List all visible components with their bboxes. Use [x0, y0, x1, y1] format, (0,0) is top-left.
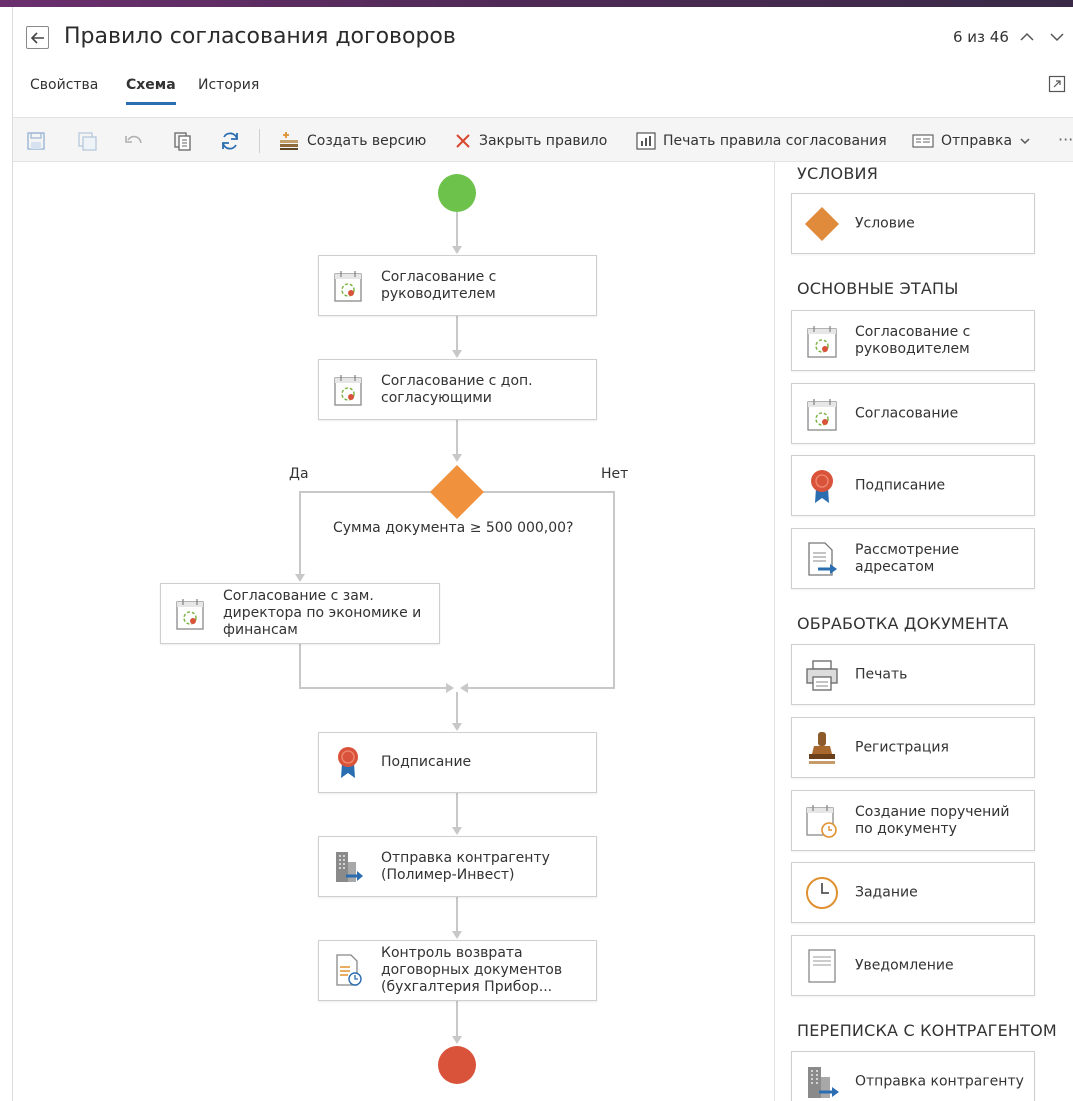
flow-node-return-control[interactable]: Контроль возврата договорных документов …	[318, 940, 597, 1001]
diamond-icon	[805, 207, 839, 241]
new-version-icon	[280, 131, 298, 150]
flow-node-deputy-director-approval[interactable]: Согласование с зам. директора по экономи…	[160, 583, 440, 644]
approval-calendar-icon	[334, 375, 362, 406]
close-rule-label: Закрыть правило	[479, 132, 608, 149]
tab-properties[interactable]: Свойства	[30, 77, 98, 102]
palette-item-label: Уведомление	[855, 957, 954, 973]
flow-node-signing[interactable]: Подписание	[318, 732, 597, 793]
palette-item-label: Согласование	[855, 405, 959, 421]
send-label: Отправка	[941, 132, 1013, 149]
palette-item-addressee-review[interactable]: Рассмотрение адресатом	[791, 528, 1035, 589]
toolbar-separator	[259, 129, 260, 153]
palette-item-notification[interactable]: Уведомление	[791, 935, 1035, 996]
undo-icon[interactable]	[123, 130, 145, 152]
palette-item-condition[interactable]: Условие	[791, 193, 1035, 254]
clock-icon	[806, 877, 838, 909]
print-rules-button[interactable]: Печать правила согласования	[636, 118, 887, 163]
chevron-down-icon[interactable]	[1047, 27, 1067, 47]
palette-section-title: ОСНОВНЫЕ ЭТАПЫ	[797, 279, 959, 298]
document-arrow-icon	[808, 542, 837, 576]
calendar-clock-icon	[806, 805, 837, 838]
condition-label[interactable]: Сумма документа ≥ 500 000,00?	[333, 520, 573, 536]
arrow-left-icon	[30, 31, 44, 44]
palette-item-label: Печать	[855, 666, 908, 682]
scheme-canvas: Да Нет Сумма документа ≥ 500 000,00? Сог…	[13, 162, 775, 1101]
palette-item-signing[interactable]: Подписание	[791, 455, 1035, 516]
approval-calendar-icon	[176, 599, 204, 630]
palette-item-registration[interactable]: Регистрация	[791, 717, 1035, 778]
copy-icon[interactable]	[171, 130, 193, 152]
palette-section-title: ОБРАБОТКА ДОКУМЕНТА	[797, 614, 1009, 633]
chevron-down-icon	[1020, 137, 1030, 144]
toolbar: Создать версию Закрыть правило Печать пр…	[13, 117, 1073, 162]
palette-item-approval[interactable]: Согласование	[791, 383, 1035, 444]
create-version-button[interactable]: Создать версию	[278, 118, 426, 163]
palette-section-title: УСЛОВИЯ	[797, 164, 879, 183]
tab-history[interactable]: История	[198, 77, 259, 102]
flow-node-label: Подписание	[381, 754, 472, 770]
palette-item-label: Подписание	[855, 477, 946, 493]
seal-ribbon-icon	[338, 747, 358, 778]
palette-item-label: Создание поручений по документу	[855, 803, 1010, 837]
start-node[interactable]	[438, 174, 476, 212]
palette-item-label: Регистрация	[855, 739, 949, 755]
palette-item-label: Отправка контрагенту	[855, 1073, 1024, 1089]
flow-node-label: Отправка контрагенту (Полимер-Инвест)	[381, 849, 550, 883]
flow-node-label: Согласование с руководителем	[381, 268, 497, 302]
flow-node-send-to-counterparty[interactable]: Отправка контрагенту (Полимер-Инвест)	[318, 836, 597, 897]
approval-calendar-icon	[334, 271, 362, 302]
open-in-window-icon[interactable]	[1048, 75, 1066, 93]
refresh-icon[interactable]	[219, 130, 241, 152]
branch-yes-label: Да	[289, 466, 309, 482]
flow-node-label: Согласование с доп. согласующими	[381, 372, 533, 406]
approval-calendar-icon	[807, 399, 837, 431]
palette-item-label: Рассмотрение адресатом	[855, 541, 960, 575]
block-palette: УСЛОВИЯ Условие ОСНОВНЫЕ ЭТАПЫ Согласова…	[775, 162, 1073, 1101]
stamp-icon	[809, 732, 835, 764]
page-title: Правило согласования договоров	[64, 24, 456, 49]
save-icon[interactable]	[25, 130, 47, 152]
seal-ribbon-icon	[811, 470, 833, 503]
approval-calendar-icon	[807, 326, 837, 358]
building-arrow-icon	[808, 1067, 839, 1098]
print-rules-label: Печать правила согласования	[663, 132, 887, 149]
building-arrow-icon	[336, 852, 363, 882]
back-button[interactable]	[26, 26, 49, 49]
close-rule-button[interactable]: Закрыть правило	[454, 118, 607, 163]
window-top-stripe	[0, 0, 1073, 7]
palette-section-title: ПЕРЕПИСКА С КОНТРАГЕНТОМ	[797, 1021, 1057, 1040]
save-close-icon[interactable]	[76, 130, 98, 152]
flow-node-label: Контроль возврата договорных документов …	[381, 945, 563, 995]
palette-item-label: Согласование с руководителем	[855, 323, 971, 357]
close-icon	[456, 133, 470, 148]
send-icon	[912, 133, 934, 148]
chevron-up-icon[interactable]	[1017, 27, 1037, 47]
tab-scheme[interactable]: Схема	[126, 77, 176, 105]
report-chart-icon	[636, 131, 656, 150]
flow-node-manager-approval[interactable]: Согласование с руководителем	[318, 255, 597, 316]
palette-item-label: Задание	[855, 884, 918, 900]
rule-window: Правило согласования договоров 6 из 46 С…	[12, 7, 1073, 1101]
printer-icon	[806, 660, 838, 691]
create-version-label: Создать версию	[307, 132, 427, 149]
condition-diamond	[430, 465, 484, 519]
flow-node-additional-approval[interactable]: Согласование с доп. согласующими	[318, 359, 597, 420]
branch-no-label: Нет	[601, 466, 629, 482]
palette-item-send-to-counterparty[interactable]: Отправка контрагенту	[791, 1051, 1035, 1101]
end-node[interactable]	[438, 1046, 476, 1084]
flow-node-label: Согласование с зам. директора по экономи…	[223, 588, 422, 638]
palette-item-print[interactable]: Печать	[791, 644, 1035, 705]
document-clock-icon	[336, 954, 362, 986]
send-menu-button[interactable]: Отправка	[912, 118, 1031, 163]
record-pager: 6 из 46	[953, 28, 1009, 46]
palette-item-create-assignments[interactable]: Создание поручений по документу	[791, 790, 1035, 851]
palette-item-label: Условие	[855, 215, 915, 231]
more-menu-icon[interactable]: ···	[1058, 130, 1073, 149]
palette-item-manager-approval[interactable]: Согласование с руководителем	[791, 310, 1035, 371]
notice-icon	[808, 949, 836, 983]
palette-item-task[interactable]: Задание	[791, 862, 1035, 923]
